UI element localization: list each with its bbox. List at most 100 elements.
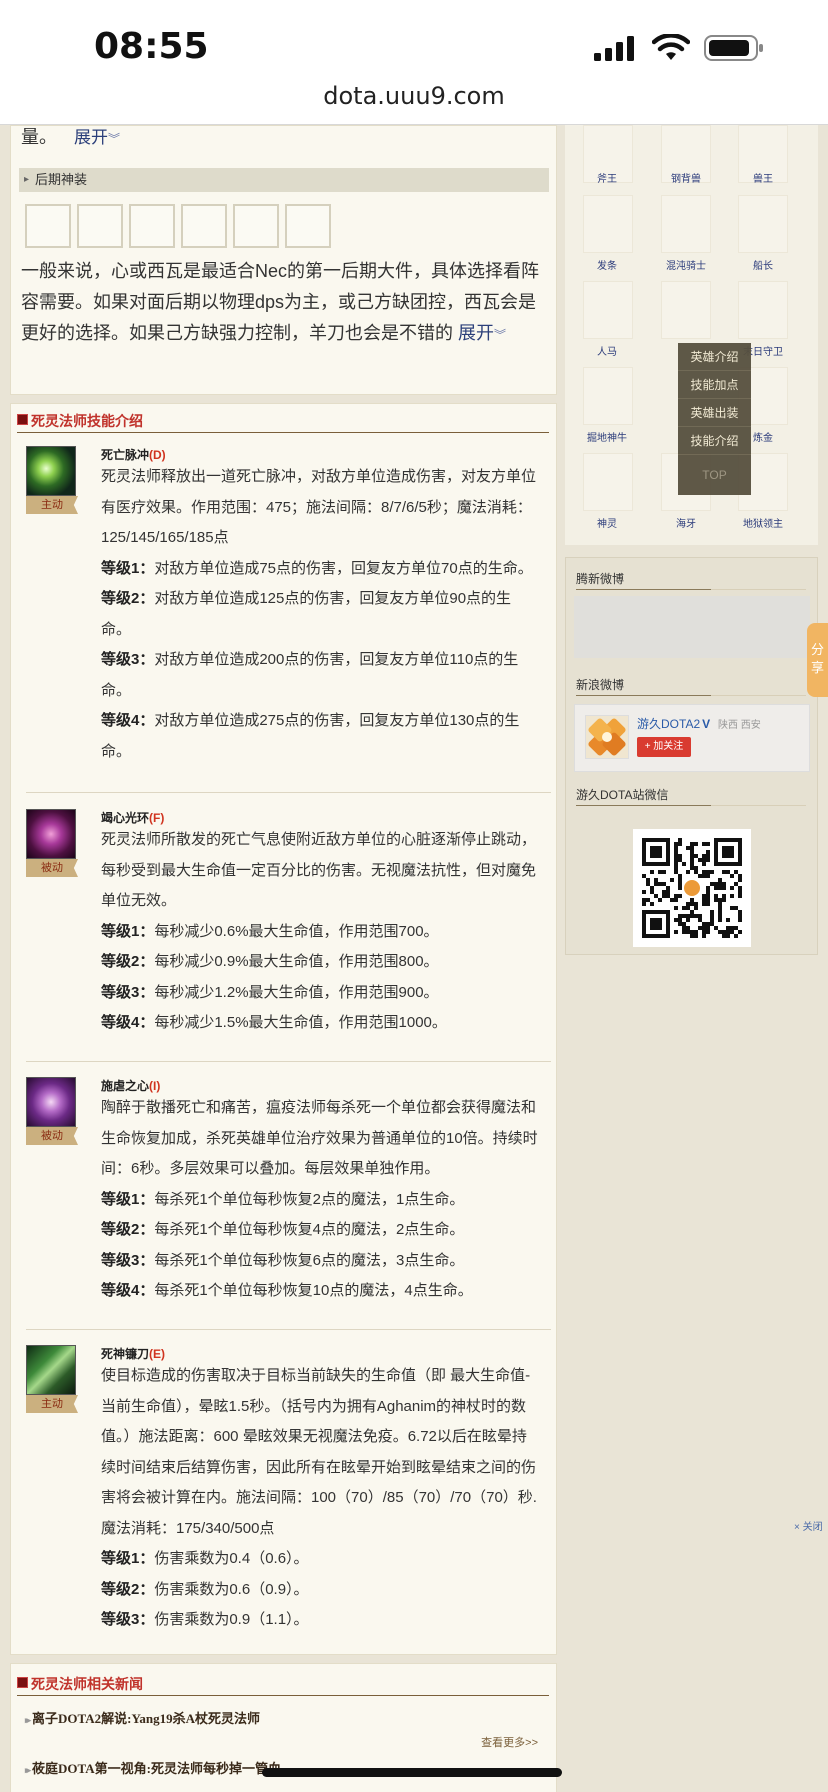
skill-description: 陶醉于散播死亡和痛苦，瘟疫法师每杀死一个单位都会获得魔法和生命恢复加成，杀死英雄… <box>101 1093 541 1307</box>
wifi-icon <box>652 34 690 60</box>
skill-level: 等级2：每秒减少0.9%最大生命值，作用范围800。 <box>101 953 439 970</box>
nav-skill-intro[interactable]: 技能介绍 <box>678 427 751 455</box>
hero-portrait[interactable] <box>583 367 633 425</box>
nav-skill-build[interactable]: 技能加点 <box>678 371 751 399</box>
skill-level: 等级1：对敌方单位造成75点的伤害，回复友方单位70点的生命。 <box>101 559 533 577</box>
hero-link[interactable]: 船长 <box>729 257 797 272</box>
section-title: 死灵法师相关新闻 <box>17 1674 143 1694</box>
skill-level: 等级2：每杀死1个单位每秒恢复4点的魔法，2点生命。 <box>101 1221 465 1238</box>
more-link[interactable]: 查看更多>> <box>481 1734 538 1750</box>
skill-type-badge: 主动 <box>26 496 78 514</box>
skill-name: 死神镰刀(E) <box>101 1347 166 1361</box>
skill-type-badge: 被动 <box>26 859 78 877</box>
main-column: 量。 展开︾ 后期神装 一般来说，心或西瓦是最适合Nec的第一后期大件，具体选择… <box>10 125 557 1792</box>
chevron-down-icon: ︾ <box>108 132 121 146</box>
news-link[interactable]: 莜庭DOTA第一视角:死灵法师每秒掉一管血 <box>25 1758 281 1777</box>
skill-level: 等级4：每秒减少1.5%最大生命值，作用范围1000。 <box>101 1014 447 1031</box>
item-slot <box>285 204 331 248</box>
skill-level: 等级2：对敌方单位造成125点的伤害，回复友方单位90点的生命。 <box>101 590 512 638</box>
hero-portrait[interactable] <box>583 195 633 253</box>
hero-portrait[interactable] <box>661 281 711 339</box>
item-slot <box>77 204 123 248</box>
hero-link[interactable]: 海牙 <box>652 515 720 530</box>
hero-link[interactable]: 混沌骑士 <box>652 257 720 272</box>
section-title: 死灵法师技能介绍 <box>17 411 143 431</box>
avatar[interactable] <box>585 715 629 759</box>
hero-link[interactable]: 斧王 <box>573 170 641 185</box>
signal-icon <box>594 36 634 61</box>
hero-portrait[interactable] <box>738 281 788 339</box>
skill-level: 等级4：对敌方单位造成275点的伤害，回复友方单位130点的生命。 <box>101 712 520 760</box>
browser-status-bar: 08:55 dota.uuu9.com <box>0 0 828 125</box>
tencent-weibo-title: 腾新微博 <box>576 572 625 586</box>
late-items-text: 一般来说，心或西瓦是最适合Nec的第一后期大件，具体选择看阵容需要。如果对面后期… <box>21 261 540 343</box>
reapers-scythe-icon <box>26 1345 76 1395</box>
expand-link[interactable]: 展开 <box>74 128 108 147</box>
skill-description: 死灵法师所散发的死亡气息使附近敌方单位的心脏逐渐停止跳动，每秒受到最大生命值一定… <box>101 825 541 1039</box>
item-slot <box>233 204 279 248</box>
skill-divider <box>26 1329 551 1330</box>
skill-level: 等级2：伤害乘数为0.6（0.9）。 <box>101 1580 309 1598</box>
skill-divider <box>26 792 551 793</box>
account-location: 陕西 西安 <box>718 720 761 731</box>
section-divider <box>17 1695 549 1696</box>
hero-link[interactable]: 发条 <box>573 257 641 272</box>
skill-description: 死灵法师释放出一道死亡脉冲，对敌方单位造成伤害，对友方单位有医疗效果。作用范围：… <box>101 462 541 767</box>
hero-portrait[interactable] <box>661 195 711 253</box>
widget-divider <box>711 589 806 590</box>
death-pulse-icon <box>26 446 76 496</box>
widget-divider <box>576 589 711 590</box>
verified-icon: V <box>702 717 711 731</box>
share-button[interactable]: 分享 <box>807 623 828 697</box>
hero-link[interactable]: 兽王 <box>729 170 797 185</box>
skill-name: 施虐之心(I) <box>101 1079 161 1093</box>
back-to-top-button[interactable]: TOP <box>678 455 751 495</box>
expand-link[interactable]: 展开 <box>458 323 494 343</box>
qr-code-icon <box>642 838 742 938</box>
floating-nav-menu: 英雄介绍 技能加点 英雄出装 技能介绍 TOP <box>678 343 751 495</box>
skill-name: 死亡脉冲(D) <box>101 448 166 462</box>
news-link[interactable]: 离子DOTA2解说:Yang19杀A杖死灵法师 <box>25 1708 260 1727</box>
skill-level: 等级3：对敌方单位造成200点的伤害，回复友方单位110点的生命。 <box>101 651 519 699</box>
late-items-header: 后期神装 <box>19 168 549 192</box>
wechat-title: 游久DOTA站微信 <box>576 788 669 802</box>
close-ad-button[interactable]: × 关闭 <box>794 1518 823 1533</box>
skill-name: 竭心光环(F) <box>101 811 165 825</box>
skill-level: 等级3：每秒减少1.2%最大生命值，作用范围900。 <box>101 983 439 1001</box>
hero-link[interactable]: 地狱领主 <box>729 515 797 530</box>
item-slot <box>181 204 227 248</box>
hero-link[interactable]: 人马 <box>573 343 641 358</box>
skill-level: 等级1：每秒减少0.6%最大生命值，作用范围700。 <box>101 922 439 940</box>
nav-hero-items[interactable]: 英雄出装 <box>678 399 751 427</box>
widget-divider <box>576 695 711 696</box>
tencent-weibo-widget <box>574 596 810 658</box>
hero-link[interactable]: 神灵 <box>573 515 641 530</box>
battery-icon <box>704 35 763 61</box>
skill-level: 等级3：伤害乘数为0.9（1.1）。 <box>101 1611 309 1628</box>
clock: 08:55 <box>94 26 209 67</box>
url-bar[interactable]: dota.uuu9.com <box>0 82 828 110</box>
widget-divider <box>711 805 806 806</box>
nav-hero-intro[interactable]: 英雄介绍 <box>678 343 751 371</box>
skill-level: 等级4：每杀死1个单位每秒恢复10点的魔法，4点生命。 <box>101 1282 473 1299</box>
item-slot <box>129 204 175 248</box>
skill-level: 等级1：每杀死1个单位每秒恢复2点的魔法，1点生命。 <box>101 1190 465 1208</box>
logo-icon <box>588 718 626 756</box>
heartstopper-aura-icon <box>26 809 76 859</box>
item-slot <box>25 204 71 248</box>
intro-tail: 量。 展开︾ <box>21 127 121 147</box>
follow-button[interactable]: + 加关注 <box>637 737 691 757</box>
hero-portrait[interactable] <box>583 453 633 511</box>
wechat-qr-code <box>633 829 751 947</box>
skill-divider <box>26 1061 551 1062</box>
status-icons <box>594 34 764 62</box>
hero-link[interactable]: 钢背兽 <box>652 170 720 185</box>
section-divider <box>17 432 549 433</box>
hero-portrait[interactable] <box>583 281 633 339</box>
hero-link[interactable]: 掘地神牛 <box>573 429 641 444</box>
widget-divider <box>576 805 711 806</box>
hero-portrait[interactable] <box>738 195 788 253</box>
hero-grid: 斧王 钢背兽 兽王 发条 混沌骑士 船长 人马 末日守卫 掘地神牛 炼金 神灵 … <box>565 125 818 545</box>
account-name[interactable]: 游久DOTA2 V <box>637 715 710 732</box>
late-items-box: 量。 展开︾ 后期神装 一般来说，心或西瓦是最适合Nec的第一后期大件，具体选择… <box>10 125 557 395</box>
